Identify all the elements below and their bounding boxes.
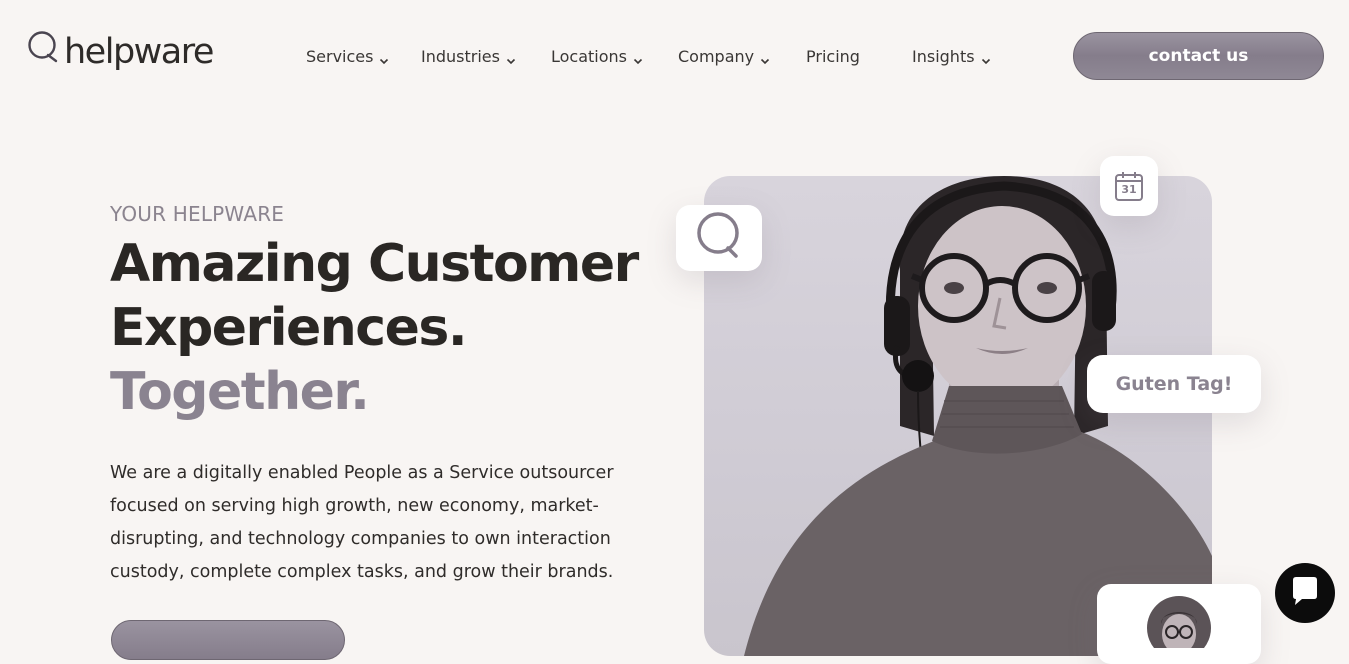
hero-eyebrow: YOUR HELPWARE bbox=[110, 202, 285, 226]
nav-item-insights[interactable]: Insights bbox=[912, 44, 991, 68]
logo-speech-mark-icon bbox=[26, 30, 60, 64]
nav-item-label: Industries bbox=[421, 46, 500, 66]
hero-cta-button[interactable] bbox=[111, 620, 345, 660]
agent-avatar bbox=[1147, 596, 1211, 660]
chat-bubble-icon bbox=[1288, 574, 1322, 612]
chevron-down-icon bbox=[760, 51, 770, 65]
contact-us-button[interactable]: contact us bbox=[1073, 32, 1324, 80]
chevron-down-icon bbox=[506, 51, 516, 65]
nav-item-industries[interactable]: Industries bbox=[421, 44, 516, 68]
nav-item-label: Locations bbox=[551, 46, 628, 66]
calendar-icon: 31 bbox=[1114, 170, 1144, 202]
nav-item-pricing[interactable]: Pricing bbox=[806, 44, 860, 68]
logo-wordmark: helpware bbox=[64, 32, 214, 72]
headline-line-2: Experiences. bbox=[110, 298, 468, 358]
greeting-text: Guten Tag! bbox=[1115, 373, 1233, 395]
helpware-logo[interactable]: helpware bbox=[26, 30, 214, 80]
hero-description: We are a digitally enabled People as a S… bbox=[110, 463, 614, 582]
headline-line-1: Amazing Customer bbox=[110, 234, 639, 294]
chevron-down-icon bbox=[379, 51, 389, 65]
nav-item-label: Insights bbox=[912, 46, 975, 66]
nav-item-services[interactable]: Services bbox=[306, 44, 389, 68]
nav-item-locations[interactable]: Locations bbox=[551, 44, 643, 68]
chevron-down-icon bbox=[633, 51, 643, 65]
calendar-card: 31 bbox=[1100, 156, 1158, 216]
calendar-day: 31 bbox=[1121, 183, 1137, 196]
nav-item-label: Services bbox=[306, 46, 374, 66]
nav-item-company[interactable]: Company bbox=[678, 44, 770, 68]
speech-bubble-icon bbox=[694, 211, 744, 265]
nav-item-label: Pricing bbox=[806, 46, 860, 66]
agent-profile-card bbox=[1097, 584, 1261, 664]
greeting-bubble: Guten Tag! bbox=[1087, 355, 1261, 413]
live-chat-launcher[interactable] bbox=[1275, 563, 1335, 623]
chevron-down-icon bbox=[981, 51, 991, 65]
chat-bubble-card bbox=[676, 205, 762, 271]
site-header: helpware Services Industries Locations C… bbox=[0, 0, 1349, 112]
hero-headline: Amazing Customer Experiences. Together. bbox=[110, 232, 690, 424]
nav-item-label: Company bbox=[678, 46, 755, 66]
headline-accent: Together. bbox=[110, 362, 370, 422]
